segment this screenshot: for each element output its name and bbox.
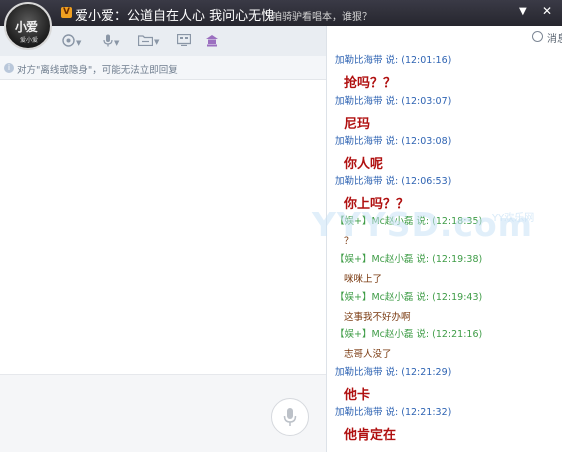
message-time-close: ) [447, 176, 452, 187]
message-item: 加勒比海带 说: (12:21:29) 他卡 [335, 367, 451, 403]
message-says-label: 说: ( [413, 292, 436, 303]
message-text: 咪咪上了 [344, 274, 383, 285]
contact-signature: 咱骑驴看唱本，谁狠？ [272, 12, 372, 23]
message-time-close: ) [447, 407, 452, 418]
avatar-logo-text: 小爱 [15, 20, 38, 34]
screenshot-icon[interactable] [176, 33, 192, 49]
message-says-label: 说: ( [382, 55, 405, 66]
message-header: 【娱+】Mc赵小磊 说: (12:21:16) [335, 329, 482, 341]
message-text: 尼玛 [344, 117, 371, 132]
message-header: 加勒比海带 说: (12:21:29) [335, 367, 451, 379]
message-time-close: ) [447, 136, 452, 147]
message-header: 加勒比海带 说: (12:01:16) [335, 55, 451, 67]
message-says-label: 说: ( [382, 96, 405, 107]
message-item: 加勒比海带 说: (12:01:16) 抢吗？？ [335, 55, 451, 91]
message-says-label: 说: ( [413, 254, 436, 265]
message-sender[interactable]: 加勒比海带 [335, 96, 383, 107]
message-sender[interactable]: 加勒比海带 [335, 136, 383, 147]
folder-icon[interactable]: ▼ [137, 34, 159, 49]
message-time: 12:03:07 [404, 96, 448, 107]
message-item: 加勒比海带 说: (12:03:07) 尼玛 [335, 96, 451, 132]
message-sender[interactable]: 【娱+】Mc赵小磊 [335, 292, 413, 303]
menu-dropdown-icon[interactable]: ▼ [519, 6, 527, 17]
message-sender[interactable]: 【娱+】Mc赵小磊 [335, 254, 413, 265]
message-time: 12:01:16 [404, 55, 448, 66]
message-sender[interactable]: 加勒比海带 [335, 367, 383, 378]
message-time-close: ) [478, 329, 483, 340]
clock-icon[interactable] [532, 31, 543, 42]
message-header: 【娱+】Mc赵小磊 说: (12:19:38) [335, 254, 482, 266]
message-says-label: 说: ( [382, 367, 405, 378]
game-icon[interactable] [205, 34, 219, 50]
message-says-label: 说: ( [382, 176, 405, 187]
message-time: 12:06:53 [404, 176, 448, 187]
message-time: 12:21:29 [404, 367, 448, 378]
message-time-close: ) [478, 254, 483, 265]
title-bar: V 爱小爱：公道自在人心 我问心无愧 咱骑驴看唱本，谁狠？ ▼ ✕ [0, 0, 562, 26]
info-icon: i [4, 63, 14, 73]
emoji-icon[interactable]: ▼ [62, 34, 81, 50]
message-text: 他卡 [344, 388, 371, 403]
microphone-button[interactable] [271, 398, 309, 436]
message-text: 抢吗？？ [344, 76, 397, 91]
message-item: 【娱+】Mc赵小磊 说: (12:21:16) 志哥人没了 [335, 329, 482, 360]
message-header: 【娱+】Mc赵小磊 说: (12:19:43) [335, 292, 482, 304]
history-header: 消息 [327, 26, 562, 50]
message-says-label: 说: ( [382, 407, 405, 418]
message-time-close: ) [447, 367, 452, 378]
message-header: 加勒比海带 说: (12:03:07) [335, 96, 451, 108]
message-time: 12:03:08 [404, 136, 448, 147]
message-time: 12:21:16 [435, 329, 479, 340]
history-tab-label[interactable]: 消息 [547, 30, 562, 45]
vip-badge: V [61, 7, 72, 18]
contact-avatar[interactable]: 小爱 爱小爱 [4, 2, 52, 50]
message-header: 加勒比海带 说: (12:06:53) [335, 176, 451, 188]
contact-nickname: 爱小爱：公道自在人心 我问心无愧 [75, 9, 275, 24]
message-header: 加勒比海带 说: (12:03:08) [335, 136, 451, 148]
voice-icon[interactable]: ▼ [103, 34, 119, 50]
offline-notice: i 对方"离线或隐身"，可能无法立即回复 [0, 56, 326, 80]
offline-notice-text: 对方"离线或隐身"，可能无法立即回复 [17, 65, 178, 76]
message-time-close: ) [447, 96, 452, 107]
message-says-label: 说: ( [413, 329, 436, 340]
message-time-close: ) [478, 292, 483, 303]
message-time: 12:21:32 [404, 407, 448, 418]
message-time: 12:19:43 [435, 292, 479, 303]
watermark-subtext: YY欢乐网 [492, 213, 535, 224]
message-item: 【娱+】Mc赵小磊 说: (12:19:38) 咪咪上了 [335, 254, 482, 285]
message-time-close: ) [447, 55, 452, 66]
message-item: 加勒比海带 说: (12:21:32) 他肯定在 [335, 407, 451, 443]
message-text: 他肯定在 [344, 428, 397, 443]
message-sender[interactable]: 加勒比海带 [335, 407, 383, 418]
message-item: 【娱+】Mc赵小磊 说: (12:19:43) 这事我不好办啊 [335, 292, 482, 323]
message-time: 12:19:38 [435, 254, 479, 265]
message-text: 你人呢 [344, 157, 384, 172]
close-icon[interactable]: ✕ [542, 4, 552, 18]
message-text: 这事我不好办啊 [344, 312, 411, 323]
message-sender[interactable]: 加勒比海带 [335, 176, 383, 187]
avatar-logo-subtext: 爱小爱 [20, 37, 39, 44]
chat-display-area [0, 80, 326, 374]
message-item: 加勒比海带 说: (12:03:08) 你人呢 [335, 136, 451, 172]
message-sender[interactable]: 【娱+】Mc赵小磊 [335, 329, 413, 340]
message-text: 志哥人没了 [344, 349, 392, 360]
message-sender[interactable]: 加勒比海带 [335, 55, 383, 66]
message-says-label: 说: ( [382, 136, 405, 147]
message-header: 加勒比海带 说: (12:21:32) [335, 407, 451, 419]
